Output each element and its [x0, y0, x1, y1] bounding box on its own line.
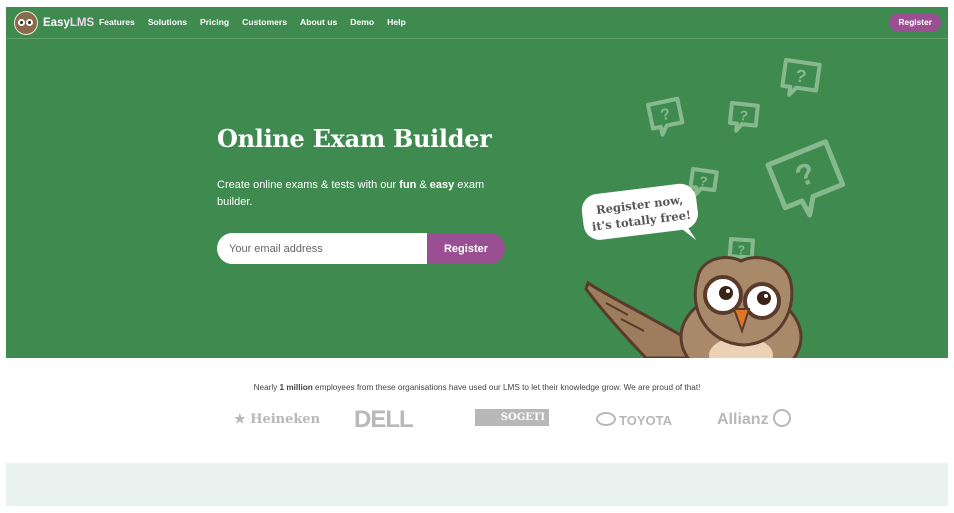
svg-text:?: ? — [794, 66, 808, 87]
signup-form: Register — [217, 233, 505, 264]
svg-text:?: ? — [698, 173, 708, 189]
toyota-logo: TOYOTA — [596, 412, 672, 428]
nav-register-button[interactable]: Register — [889, 13, 941, 32]
nav-item-help[interactable]: Help — [387, 17, 406, 27]
register-button[interactable]: Register — [427, 233, 505, 264]
owl-logo-icon — [14, 11, 38, 35]
nav-item-demo[interactable]: Demo — [350, 17, 374, 27]
brand-name: EasyLMS — [43, 17, 95, 29]
svg-text:?: ? — [659, 106, 672, 125]
nav-item-solutions[interactable]: Solutions — [148, 17, 187, 27]
nav-item-features[interactable]: Features — [99, 17, 135, 27]
nav-item-about-us[interactable]: About us — [300, 17, 337, 27]
page-frame: EasyLMS Features Solutions Pricing Custo… — [6, 7, 948, 506]
allianz-logo: Allianz — [717, 409, 792, 429]
top-navigation: EasyLMS Features Solutions Pricing Custo… — [6, 7, 948, 39]
hero-section: EasyLMS Features Solutions Pricing Custo… — [6, 7, 948, 358]
owl-illustration: ? ? ? ? ? ? Register now, it's totally f… — [581, 58, 846, 358]
social-proof-section: Nearly 1 million employees from these or… — [6, 358, 948, 463]
svg-text:?: ? — [791, 156, 820, 193]
next-section-band — [6, 463, 948, 506]
nav-item-pricing[interactable]: Pricing — [200, 17, 229, 27]
hero-description: Create online exams & tests with our fun… — [217, 179, 485, 208]
question-bubble-icon: ? ? ? ? ? ? — [646, 58, 846, 265]
brand-logo[interactable]: EasyLMS — [14, 11, 94, 35]
social-proof-text: Nearly 1 million employees from these or… — [253, 383, 701, 392]
nav-item-customers[interactable]: Customers — [242, 17, 287, 27]
page-title: Online Exam Builder — [217, 124, 492, 153]
customer-logos: ★ Heineken DELL SOGETI TOYOTA Allianz — [6, 405, 948, 435]
dell-logo: DELL — [354, 406, 414, 433]
sogeti-logo: SOGETI — [475, 409, 549, 426]
heineken-logo: ★ Heineken — [234, 412, 321, 427]
speech-bubble: Register now, it's totally free! — [581, 183, 698, 241]
email-input[interactable] — [217, 233, 427, 264]
svg-text:?: ? — [737, 243, 745, 257]
main-menu: Features Solutions Pricing Customers Abo… — [99, 17, 419, 27]
svg-text:?: ? — [739, 107, 749, 124]
